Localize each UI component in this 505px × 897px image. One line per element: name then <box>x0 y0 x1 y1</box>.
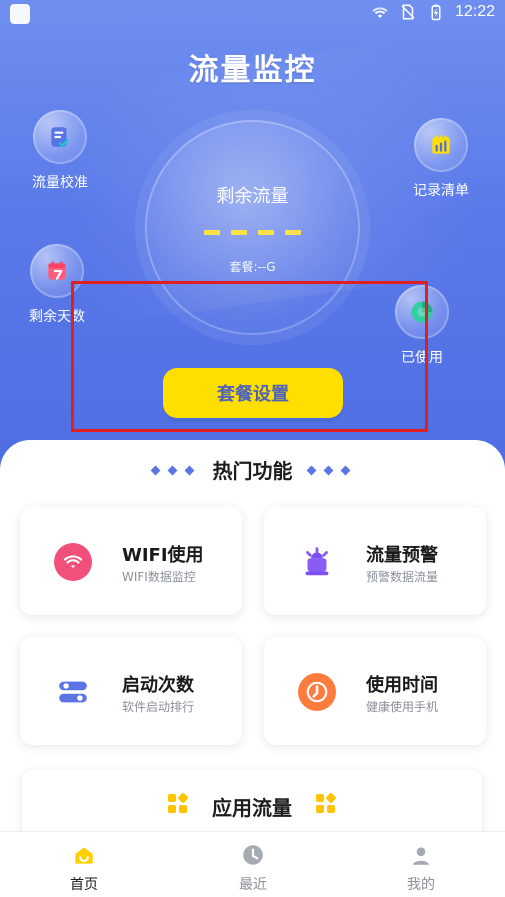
nav-profile-label: 我的 <box>407 877 435 893</box>
package-info: 套餐:--G <box>229 260 276 274</box>
card-title: 流量预警 <box>366 545 438 566</box>
card-title: WIFI使用 <box>122 545 204 566</box>
toggle-icon <box>54 673 92 711</box>
remaining-flow-value <box>145 220 360 239</box>
records-button[interactable]: 记录清单 <box>396 118 486 200</box>
user-icon <box>412 847 430 865</box>
highlight-box <box>71 281 428 432</box>
grid-icon <box>316 792 337 814</box>
launch-count-card[interactable]: 启动次数 软件启动排行 <box>20 637 242 745</box>
hot-title-right-decoration <box>306 465 351 476</box>
clock-icon <box>243 845 263 865</box>
calendar-icon <box>48 261 66 280</box>
wifi-icon <box>54 543 92 581</box>
status-right: 12:22 <box>371 3 495 21</box>
home-icon <box>75 847 93 864</box>
card-title: 使用时间 <box>366 675 438 696</box>
app-flow-title: 应用流量 <box>212 796 292 820</box>
usage-time-card[interactable]: 使用时间 健康使用手机 <box>264 637 486 745</box>
diamond-decoration <box>323 465 334 476</box>
nav-recent-label: 最近 <box>239 877 267 893</box>
hot-features-title: 热门功能 <box>212 459 293 483</box>
remaining-flow-title: 剩余流量 <box>216 186 289 207</box>
calibration-label: 流量校准 <box>32 175 88 191</box>
card-subtitle: 预警数据流量 <box>366 570 439 584</box>
remaining-flow-dash <box>258 230 275 235</box>
calibration-icon-circle <box>33 110 87 164</box>
records-icon-circle <box>414 118 468 172</box>
remaining-flow-dash <box>230 230 247 235</box>
battery-charging-icon <box>431 4 441 21</box>
wifi-usage-card[interactable]: WIFI使用 WIFI数据监控 <box>20 507 242 615</box>
status-bar: 12:22 <box>0 0 505 28</box>
bottom-navigation: 首页 最近 我的 <box>0 832 505 897</box>
alarm-light-icon <box>298 543 336 581</box>
no-sim-icon <box>401 4 415 20</box>
wifi-signal-icon <box>372 7 388 18</box>
nav-home[interactable]: 首页 <box>24 842 144 894</box>
nav-home-label: 首页 <box>70 877 98 893</box>
records-label: 记录清单 <box>413 183 469 199</box>
remaining-flow-dash <box>285 230 302 235</box>
status-app-icon <box>10 4 30 24</box>
card-subtitle: 软件启动排行 <box>122 700 195 714</box>
card-subtitle: 健康使用手机 <box>366 700 439 714</box>
page-title: 流量监控 <box>188 53 317 88</box>
document-check-icon <box>51 127 69 147</box>
remaining-flow-dash <box>203 230 220 235</box>
status-time: 12:22 <box>454 3 495 20</box>
card-subtitle: WIFI数据监控 <box>122 570 196 584</box>
card-title: 启动次数 <box>122 675 194 696</box>
bar-chart-icon <box>432 135 450 154</box>
diamond-decoration <box>340 465 351 476</box>
calibration-button[interactable]: 流量校准 <box>15 110 105 192</box>
nav-profile[interactable]: 我的 <box>361 842 481 894</box>
flow-warning-card[interactable]: 流量预警 预警数据流量 <box>264 507 486 615</box>
diamond-decoration <box>306 465 317 476</box>
clock-icon <box>298 673 336 711</box>
nav-recent[interactable]: 最近 <box>193 842 313 894</box>
